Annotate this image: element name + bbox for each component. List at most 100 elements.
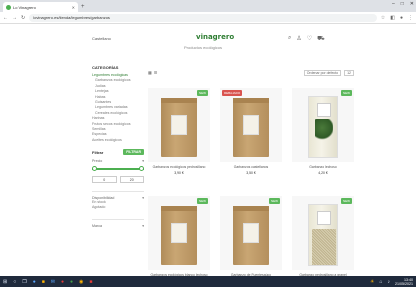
tab-close-icon[interactable]: ✕ [72,5,75,10]
grid-view-icon[interactable]: ▦ [148,70,152,75]
reload-icon[interactable]: ↻ [21,15,25,21]
star-icon[interactable]: ☆ [381,15,385,21]
brand-row: Marca ▾ [92,224,144,228]
new-badge: NEW [341,90,352,96]
divider [92,191,144,193]
price-label: Precio [92,159,103,164]
product-price: 4,20 € [318,171,328,175]
filter-header: Filtrar FILTRAR [92,149,144,156]
minimize-button[interactable]: – [392,1,395,7]
price-max-input[interactable]: 20 [119,176,144,184]
clock-date: 21/05/2021 [395,281,413,286]
task-view-icon[interactable]: ❐ [22,279,26,285]
view-toggle: ▦ ☰ [148,70,157,75]
favicon-icon [6,4,11,10]
product-card[interactable]: NEW Garbanzo pedrosillano a granel 2,90 … [292,196,354,283]
edge-icon[interactable]: ● [33,279,36,285]
network-icon[interactable]: ⌂ [379,279,382,285]
volume-icon[interactable]: ♪ [388,279,391,285]
chevron-down-icon[interactable]: ▾ [142,159,144,163]
product-image[interactable]: NEW [220,196,282,270]
sale-badge: REBAJADO [222,90,243,96]
product-name[interactable]: Garbanzos ecológicos pedrosillano [148,165,210,169]
slider-handle-min[interactable] [92,166,97,172]
menu-icon[interactable]: ⋮ [408,15,413,21]
close-window-button[interactable]: ✕ [410,1,414,7]
account-icon[interactable]: ♙ [296,35,301,43]
extension-icon[interactable]: ◧ [390,15,395,21]
per-page-select[interactable]: 12 [344,69,354,76]
profile-icon[interactable]: ● [400,15,403,21]
app-icon[interactable]: ■ [89,279,92,285]
filter-button[interactable]: FILTRAR [123,149,144,156]
sidebar-item[interactable]: Aceites ecológicos [92,138,144,143]
site-logo[interactable]: vinagrero [196,33,234,41]
window-controls: – □ ✕ [392,1,414,7]
sidebar: CATEGORÍAS Legumbres ecológicas Garbanzo… [92,65,144,228]
new-badge: NEW [197,198,208,204]
divider [92,218,144,220]
kraft-bag-image [161,206,197,265]
product-image[interactable]: NEW [148,196,210,270]
browser-extensions: ☆ ◧ ● ⋮ [381,15,413,21]
os-taskbar: ⊞ ○ ❐ ● ■ ✉ ● ● ◉ ■ ☀ ⌂ ♪ 13:40 21/05/20… [0,276,416,287]
product-card[interactable]: REBAJADO Garbanzos castellanos 3,50 € [220,88,282,175]
address-bar-row: ← → ↻ lovinagrero.es/tienda/legumbres/ga… [0,12,416,24]
kraft-bag-image [161,98,197,157]
new-badge: NEW [341,198,352,204]
list-view-icon[interactable]: ☰ [154,70,158,75]
brand-label: Marca [92,223,102,228]
maximize-button[interactable]: □ [401,1,404,7]
forward-icon[interactable]: → [12,15,17,21]
search-icon[interactable]: ⌕ [288,35,291,43]
header-icons: ⌕ ♙ ♡ ⛟ [288,35,325,43]
price-row: Precio ▾ [92,159,144,163]
app-icon[interactable]: ● [61,279,64,285]
product-card[interactable]: NEW Garbanzo lechoso 4,20 € [292,88,354,175]
product-name[interactable]: Garbanzo lechoso [292,165,354,169]
clear-bag-image [308,204,338,266]
browser-tabbar: Lo Vinagrero ✕ + – □ ✕ [0,0,416,12]
product-price: 3,90 € [174,171,184,175]
chevron-down-icon[interactable]: ▾ [142,196,144,200]
new-tab-button[interactable]: + [81,2,85,12]
price-min-input[interactable]: 0 [92,176,117,184]
cart-icon[interactable]: ⛟ [317,35,325,43]
clear-bag-image [308,96,338,158]
tab-title: Lo Vinagrero [13,4,36,10]
app-icon[interactable]: ● [70,279,73,285]
url-field[interactable]: lovinagrero.es/tienda/legumbres/garbanzo… [29,13,377,22]
folder-icon[interactable]: ■ [42,279,45,285]
product-image[interactable]: NEW [292,196,354,270]
search-icon[interactable]: ○ [13,279,16,285]
weather-icon[interactable]: ☀ [370,279,374,285]
chrome-icon[interactable]: ◉ [79,279,83,285]
sort-select[interactable]: Ordenar por defecto [303,69,342,76]
product-name[interactable]: Garbanzos castellanos [220,165,282,169]
product-card[interactable]: NEW Garbanzos ecológicos pedrosillano 3,… [148,88,210,175]
filter-heading: Filtrar [92,149,104,155]
product-card[interactable]: NEW Garbanzo de Fuentesaúco 4,50 € [220,196,282,283]
browser-tab[interactable]: Lo Vinagrero ✕ [3,2,78,12]
wishlist-icon[interactable]: ♡ [307,35,312,43]
site-tagline: Productos ecológicos [184,45,223,50]
product-image[interactable]: NEW [148,88,210,162]
language-selector[interactable]: Castellano [92,36,111,41]
availability-option[interactable]: Agotado [92,205,144,210]
price-slider[interactable] [92,166,144,172]
chevron-down-icon[interactable]: ▾ [142,224,144,228]
clock[interactable]: 13:40 21/05/2021 [395,278,413,286]
shop-toolbar: ▦ ☰ Ordenar por defecto 12 [148,68,354,77]
start-icon[interactable]: ⊞ [3,279,7,285]
new-badge: NEW [269,198,280,204]
product-card[interactable]: NEW Garbanzos ecológicos blanco lechoso … [148,196,210,283]
slider-handle-max[interactable] [139,166,144,172]
kraft-bag-image [233,98,269,157]
sort-controls: Ordenar por defecto 12 [303,69,354,76]
mail-icon[interactable]: ✉ [51,279,55,285]
back-icon[interactable]: ← [3,15,8,21]
kraft-bag-image [233,206,269,265]
product-image[interactable]: REBAJADO [220,88,282,162]
price-inputs: 0 20 [92,176,144,184]
product-image[interactable]: NEW [292,88,354,162]
